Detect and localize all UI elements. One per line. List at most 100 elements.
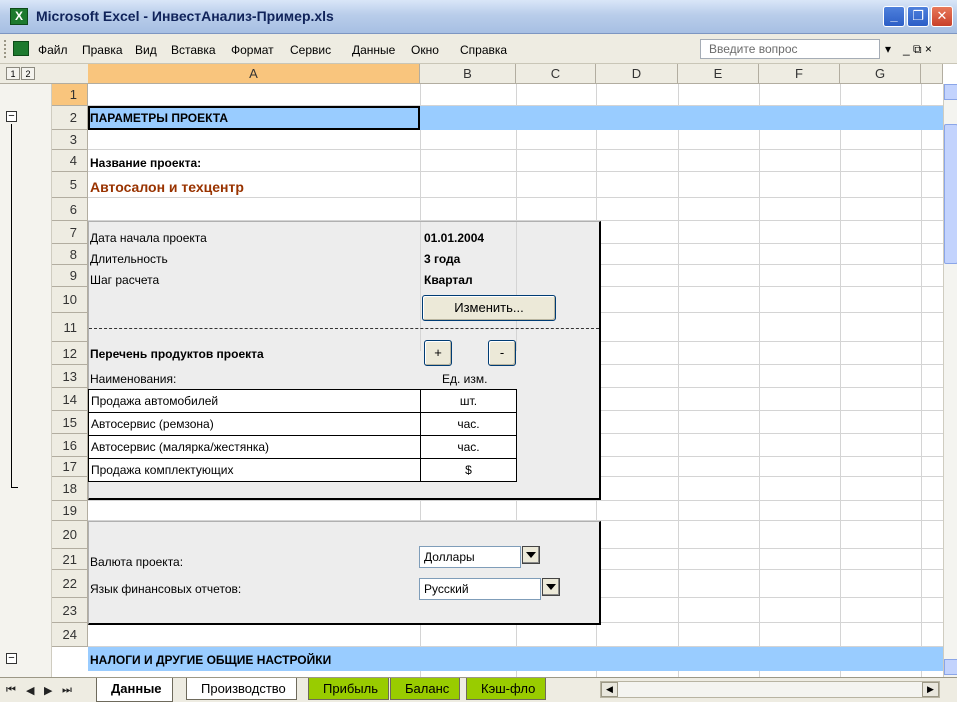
outline-level-2-button[interactable]: 2 <box>21 67 35 80</box>
workbook-window-controls[interactable]: _ ⧉ × <box>903 42 932 57</box>
menu-help[interactable]: Справка <box>460 43 507 57</box>
row-header-6[interactable]: 6 <box>52 198 88 221</box>
remove-product-button[interactable]: - <box>488 340 516 366</box>
row-header-9[interactable]: 9 <box>52 265 88 287</box>
currency-value: Доллары <box>424 550 475 564</box>
sheet-tab-0[interactable]: Данные <box>96 678 173 702</box>
currency-dropdown-icon[interactable] <box>522 546 540 564</box>
language-select[interactable]: Русский <box>419 578 541 600</box>
last-sheet-button[interactable]: ⏭ <box>62 684 72 697</box>
sheet-tab-1[interactable]: Производство <box>186 678 297 700</box>
sheet-tab-4[interactable]: Кэш-фло <box>466 678 547 700</box>
product-unit[interactable]: $ <box>420 458 517 482</box>
menu-data[interactable]: Данные <box>352 43 395 57</box>
start-date-value[interactable]: 01.01.2004 <box>424 231 484 245</box>
vertical-scrollbar[interactable] <box>943 84 957 677</box>
product-name[interactable]: Продажа комплектующих <box>88 458 421 482</box>
scroll-down-button[interactable] <box>944 659 957 675</box>
menu-format[interactable]: Формат <box>231 43 274 57</box>
column-header-e[interactable]: E <box>678 64 759 84</box>
product-name[interactable]: Автосервис (малярка/жестянка) <box>88 435 421 459</box>
menu-edit[interactable]: Правка <box>82 43 123 57</box>
currency-label: Валюта проекта: <box>90 555 184 569</box>
column-header-d[interactable]: D <box>596 64 678 84</box>
scroll-left-button[interactable]: ◀ <box>601 682 618 697</box>
column-header-h[interactable] <box>921 64 943 84</box>
menu-window[interactable]: Окно <box>411 43 439 57</box>
column-header-b[interactable]: B <box>420 64 516 84</box>
language-label: Язык финансовых отчетов: <box>90 582 242 596</box>
row-header-1[interactable]: 1 <box>52 84 88 106</box>
close-button[interactable]: ✕ <box>931 6 953 27</box>
column-header-g[interactable]: G <box>840 64 921 84</box>
product-name[interactable]: Продажа автомобилей <box>88 389 421 413</box>
row-header-7[interactable]: 7 <box>52 221 88 244</box>
column-header-f[interactable]: F <box>759 64 840 84</box>
restore-button[interactable]: ❐ <box>907 6 929 27</box>
next-sheet-button[interactable]: ▶ <box>44 684 52 697</box>
row-header-5[interactable]: 5 <box>52 172 88 198</box>
toolbar-grip[interactable] <box>4 40 7 58</box>
minimize-button[interactable]: _ <box>883 6 905 27</box>
row-header-4[interactable]: 4 <box>52 150 88 172</box>
sheet-tab-2[interactable]: Прибыль <box>308 678 389 700</box>
row-header-16[interactable]: 16 <box>52 434 88 457</box>
language-dropdown-icon[interactable] <box>542 578 560 596</box>
row-header-12[interactable]: 12 <box>52 342 88 365</box>
project-name-value[interactable]: Автосалон и техцентр <box>90 179 244 195</box>
outline-bracket <box>11 124 12 487</box>
first-sheet-button[interactable]: ⏮ <box>6 684 16 697</box>
product-unit[interactable]: час. <box>420 435 517 459</box>
row-header-23[interactable]: 23 <box>52 598 88 623</box>
worksheet-grid[interactable]: ПАРАМЕТРЫ ПРОЕКТА Название проекта: Авто… <box>88 84 943 677</box>
collapse-group-1-button[interactable]: − <box>6 111 17 122</box>
row-header-11[interactable]: 11 <box>52 313 88 342</box>
column-header-a[interactable]: A <box>88 64 420 84</box>
duration-value[interactable]: 3 года <box>424 252 460 266</box>
row-header-3[interactable]: 3 <box>52 130 88 150</box>
collapse-group-2-button[interactable]: − <box>6 653 17 664</box>
table-row: Автосервис (ремзона) час. <box>88 412 517 436</box>
row-header-15[interactable]: 15 <box>52 411 88 434</box>
active-cell-cursor[interactable] <box>88 106 420 130</box>
menu-file[interactable]: Файл <box>38 43 68 57</box>
row-header-2[interactable]: 2 <box>52 106 88 130</box>
currency-select[interactable]: Доллары <box>419 546 521 568</box>
ask-dropdown-icon[interactable]: ▾ <box>885 42 891 56</box>
row-header-17[interactable]: 17 <box>52 457 88 477</box>
table-row: Продажа автомобилей шт. <box>88 389 517 413</box>
workbook-icon[interactable] <box>13 41 29 56</box>
excel-icon[interactable]: X <box>10 8 28 25</box>
row-header-20[interactable]: 20 <box>52 521 88 549</box>
product-name[interactable]: Автосервис (ремзона) <box>88 412 421 436</box>
sheet-tab-3[interactable]: Баланс <box>390 678 461 700</box>
row-header-24[interactable]: 24 <box>52 623 88 647</box>
change-button[interactable]: Изменить... <box>422 295 556 321</box>
row-header-19[interactable]: 19 <box>52 501 88 521</box>
row-header-18[interactable]: 18 <box>52 477 88 501</box>
menu-tools[interactable]: Сервис <box>290 43 331 57</box>
row-header-21[interactable]: 21 <box>52 549 88 570</box>
row-header-13[interactable]: 13 <box>52 365 88 388</box>
scroll-right-button[interactable]: ▶ <box>922 682 939 697</box>
scroll-thumb[interactable] <box>944 124 957 264</box>
row-header-10[interactable]: 10 <box>52 287 88 313</box>
row-header-22[interactable]: 22 <box>52 570 88 598</box>
menu-insert[interactable]: Вставка <box>171 43 216 57</box>
prev-sheet-button[interactable]: ◀ <box>26 684 34 697</box>
row-header-8[interactable]: 8 <box>52 244 88 265</box>
menu-view[interactable]: Вид <box>135 43 157 57</box>
outline-level-1-button[interactable]: 1 <box>6 67 20 80</box>
step-value[interactable]: Квартал <box>424 273 473 287</box>
ask-question-input[interactable]: Введите вопрос <box>700 39 880 59</box>
section2-title: НАЛОГИ И ДРУГИЕ ОБЩИЕ НАСТРОЙКИ <box>90 653 332 667</box>
column-header-c[interactable]: C <box>516 64 596 84</box>
add-product-button[interactable]: + <box>424 340 452 366</box>
duration-label: Длительность <box>90 252 168 266</box>
scroll-up-button[interactable] <box>944 84 957 100</box>
product-unit[interactable]: час. <box>420 412 517 436</box>
product-unit[interactable]: шт. <box>420 389 517 413</box>
gridline <box>921 84 922 677</box>
row-header-14[interactable]: 14 <box>52 388 88 411</box>
horizontal-scrollbar[interactable]: ◀ ▶ <box>600 681 940 698</box>
